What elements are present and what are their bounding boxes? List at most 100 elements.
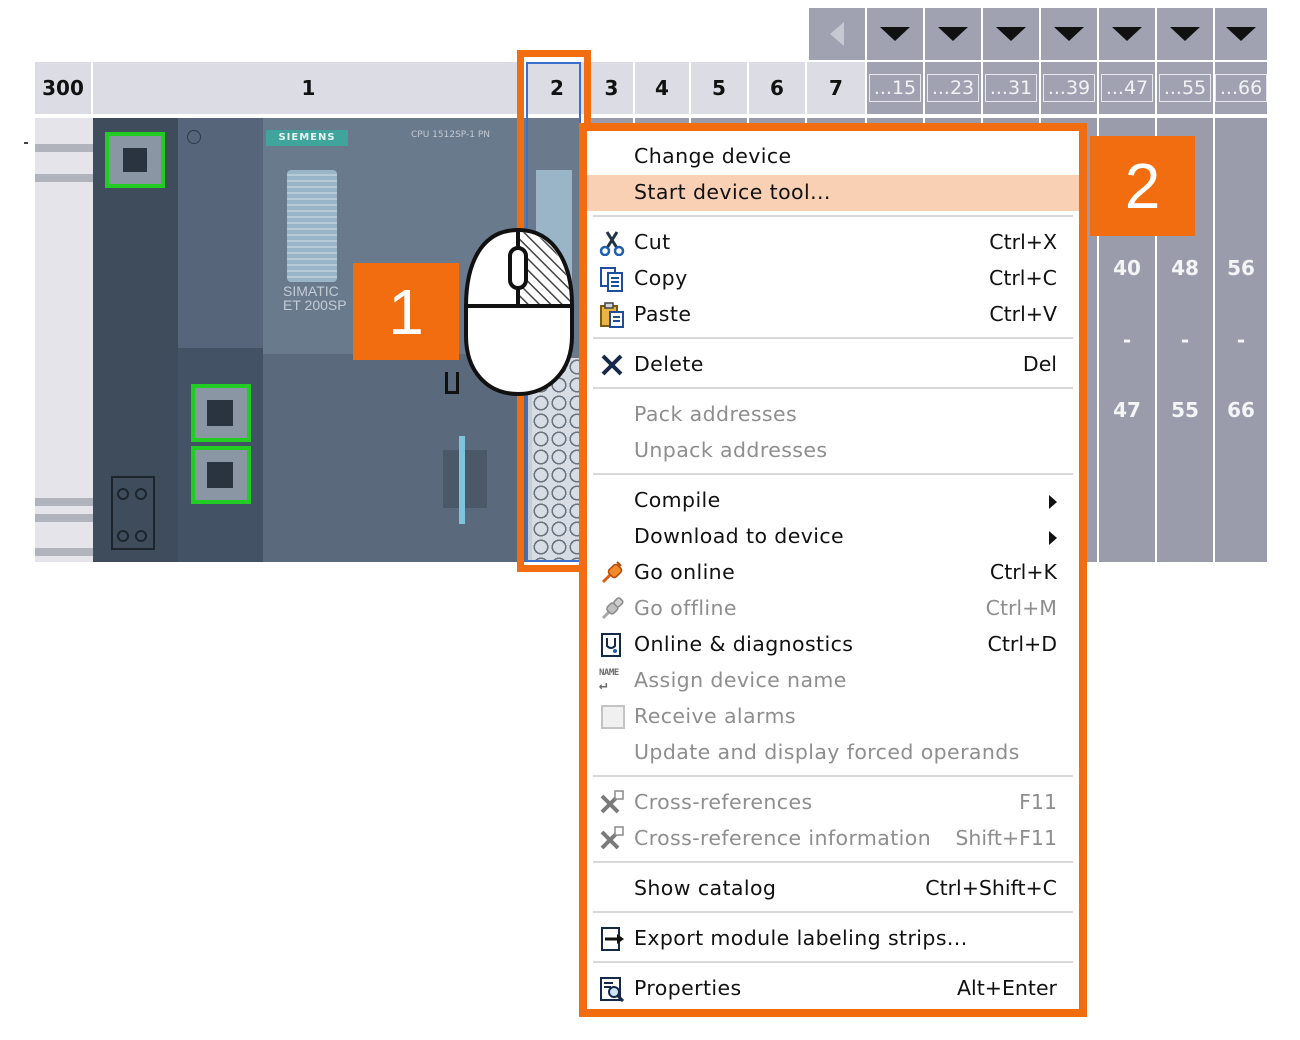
address-dash: - xyxy=(1180,328,1190,352)
menu-item-label: Online & diagnostics xyxy=(634,632,854,656)
menu-item-download-to-device[interactable]: Download to device xyxy=(587,519,1079,555)
menu-item-shortcut: Alt+Enter xyxy=(957,976,1057,1000)
menu-item-online-diagnostics[interactable]: Online & diagnostics Ctrl+D xyxy=(587,627,1079,663)
slot-group-expand-23[interactable] xyxy=(925,8,983,60)
slot-header-4[interactable]: 4 xyxy=(635,62,691,114)
brand-label: SIEMENS xyxy=(278,132,336,143)
slot-300-column[interactable] xyxy=(35,118,93,562)
slot-header-15[interactable]: ...15 xyxy=(867,62,925,114)
menu-item-label: Cut xyxy=(634,230,671,254)
checkbox-icon xyxy=(601,705,625,729)
menu-item-label: Properties xyxy=(634,976,742,1000)
slot-group-expand-15[interactable] xyxy=(867,8,925,60)
menu-item-label: Start device tool... xyxy=(634,180,831,204)
menu-item-shortcut: Ctrl+C xyxy=(989,266,1057,290)
slot-header-label: 7 xyxy=(829,76,843,100)
menu-item-label: Assign device name xyxy=(634,668,847,692)
rail-stripe xyxy=(35,548,93,556)
menu-item-export-labeling-strips[interactable]: Export module labeling strips... xyxy=(587,921,1079,957)
card-slot xyxy=(443,450,487,508)
menu-item-label: Copy xyxy=(634,266,688,290)
slot-header-1[interactable]: 1 xyxy=(93,62,526,114)
chevron-left-icon xyxy=(830,22,844,46)
slot-header-5[interactable]: 5 xyxy=(691,62,749,114)
menu-item-cut[interactable]: Cut Ctrl+X xyxy=(587,225,1079,261)
diagnostics-icon xyxy=(601,633,621,657)
menu-item-copy[interactable]: Copy Ctrl+C xyxy=(587,261,1079,297)
menu-item-cross-reference-information: Cross-reference information Shift+F11 xyxy=(587,821,1079,857)
address-start: 40 xyxy=(1113,256,1141,280)
triangle-down-icon xyxy=(1112,27,1142,41)
slot-group-expand-31[interactable] xyxy=(983,8,1041,60)
triangle-down-icon xyxy=(880,27,910,41)
menu-item-delete[interactable]: Delete Del xyxy=(587,347,1079,383)
tick-mark xyxy=(24,142,28,144)
menu-item-show-catalog[interactable]: Show catalog Ctrl+Shift+C xyxy=(587,871,1079,907)
rail-stripe xyxy=(35,514,93,522)
menu-item-label: Paste xyxy=(634,302,692,326)
slot-group-expand-39[interactable] xyxy=(1041,8,1099,60)
address-start: 56 xyxy=(1227,256,1255,280)
slot-group-expand-66[interactable] xyxy=(1215,8,1269,60)
menu-item-compile[interactable]: Compile xyxy=(587,483,1079,519)
slot-header-47[interactable]: ...47 xyxy=(1099,62,1157,114)
slot-group-66[interactable]: 56 - 66 xyxy=(1215,118,1269,562)
rail-stripe xyxy=(35,144,93,152)
rail-stripe xyxy=(35,174,93,182)
menu-item-start-device-tool[interactable]: Start device tool... xyxy=(587,175,1079,211)
slot-header-label: ...23 xyxy=(926,74,980,102)
slot-header-6[interactable]: 6 xyxy=(749,62,807,114)
slot-header-label: 3 xyxy=(604,76,619,100)
menu-item-shortcut: F11 xyxy=(1019,790,1057,814)
product-label: SIMATIC ET 200SP xyxy=(283,283,347,313)
export-icon xyxy=(601,927,624,951)
cross-reference-icon xyxy=(600,790,624,814)
menu-item-label: Update and display forced operands xyxy=(634,740,1020,764)
menu-item-go-online[interactable]: Go online Ctrl+K xyxy=(587,555,1079,591)
menu-item-label: Download to device xyxy=(634,524,845,548)
slot-header-label: 6 xyxy=(770,76,784,100)
slot-header-label: 1 xyxy=(301,76,316,100)
menu-item-label: Go offline xyxy=(634,596,737,620)
slot-header-39[interactable]: ...39 xyxy=(1041,62,1099,114)
slot-header-66[interactable]: ...66 xyxy=(1214,62,1269,114)
menu-item-label: Cross-references xyxy=(634,790,813,814)
scroll-left-button[interactable] xyxy=(809,8,867,60)
menu-item-label: Cross-reference information xyxy=(634,826,932,850)
rail-stripe xyxy=(35,498,93,506)
cross-reference-info-icon xyxy=(600,826,624,850)
slot-header-label: ...47 xyxy=(1100,74,1154,102)
card-indicator xyxy=(459,436,465,524)
menu-item-label: Go online xyxy=(634,560,736,584)
menu-item-label: Unpack addresses xyxy=(634,438,828,462)
menu-item-paste[interactable]: Paste Ctrl+V xyxy=(587,297,1079,333)
slot-header-label: 300 xyxy=(42,76,84,100)
menu-item-label: Delete xyxy=(634,352,704,376)
menu-item-properties[interactable]: Properties Alt+Enter xyxy=(587,971,1079,1007)
label-strip xyxy=(287,170,337,282)
ethernet-port-icon[interactable] xyxy=(105,132,165,188)
slot-header-300[interactable]: 300 xyxy=(35,62,93,114)
cpu-mid-panel xyxy=(178,118,263,348)
triangle-down-icon xyxy=(938,27,968,41)
ethernet-port-icon[interactable] xyxy=(191,446,251,504)
paste-icon xyxy=(600,302,624,328)
slot-group-expand-55[interactable] xyxy=(1157,8,1215,60)
ethernet-port-icon[interactable] xyxy=(191,384,251,442)
slot-group-expand-47[interactable] xyxy=(1099,8,1157,60)
slot-header-55[interactable]: ...55 xyxy=(1157,62,1215,114)
slot-header-label: ...31 xyxy=(984,74,1038,102)
triangle-down-icon xyxy=(1054,27,1084,41)
slot-header-31[interactable]: ...31 xyxy=(983,62,1041,114)
menu-item-change-device[interactable]: Change device xyxy=(587,139,1079,175)
slot-header-7[interactable]: 7 xyxy=(807,62,867,114)
submenu-arrow-icon xyxy=(1049,495,1057,509)
triangle-down-icon xyxy=(996,27,1026,41)
scissors-icon xyxy=(599,231,625,256)
menu-item-label: Pack addresses xyxy=(634,402,798,426)
slot-header-label: ...39 xyxy=(1042,74,1096,102)
step-2-callout: 2 xyxy=(1090,136,1195,236)
slot-header-3[interactable]: 3 xyxy=(590,62,635,114)
slot-header-23[interactable]: ...23 xyxy=(925,62,983,114)
menu-item-shortcut: Ctrl+Shift+C xyxy=(925,876,1057,900)
